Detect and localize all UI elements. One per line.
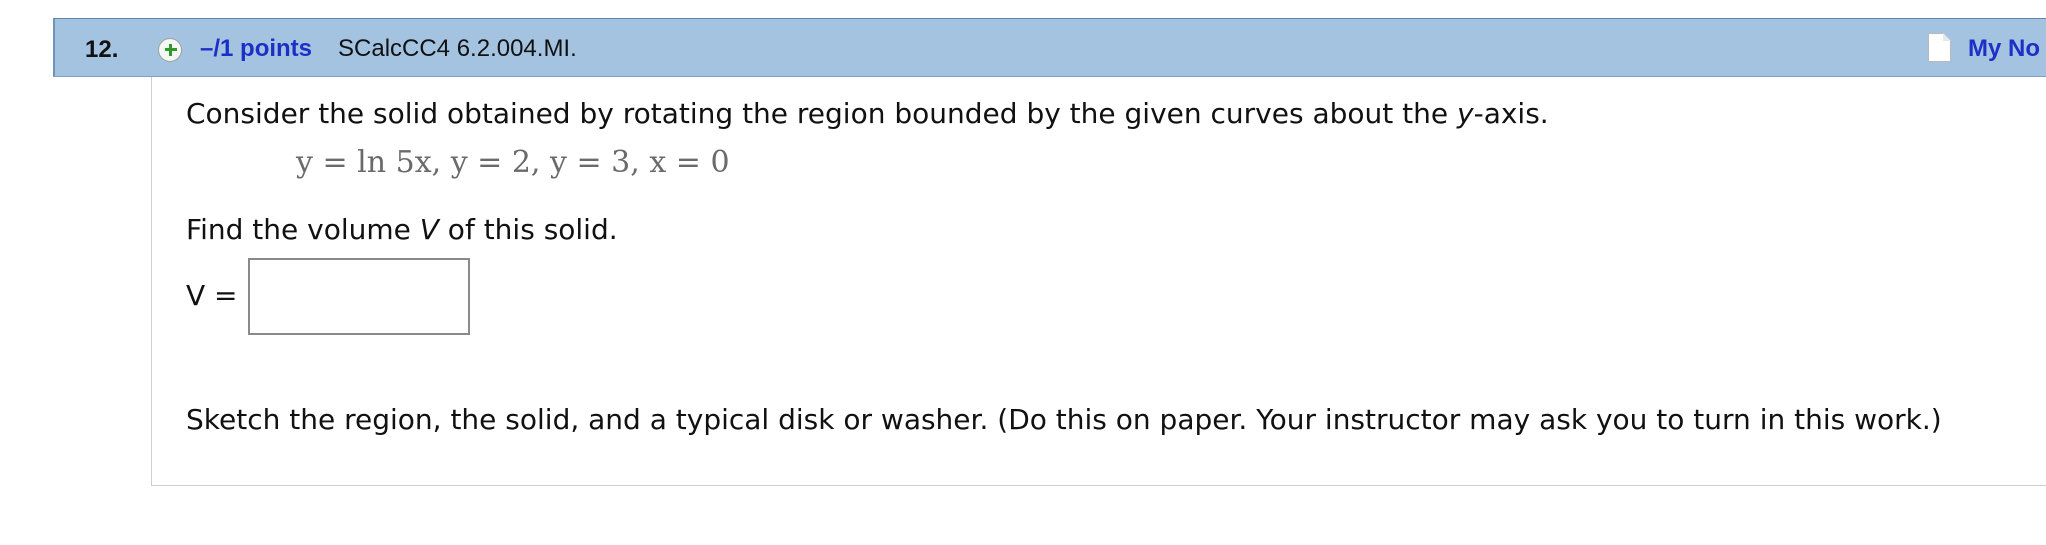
answer-label: V = — [186, 279, 238, 312]
prompt-variable: y — [1457, 97, 1474, 130]
find-text-end: of this solid. — [438, 213, 618, 246]
prompt-text-start: Consider the solid obtained by rotating … — [186, 97, 1458, 130]
sketch-instructions: Sketch the region, the solid, and a typi… — [186, 403, 1942, 436]
volume-variable: V — [419, 213, 439, 246]
my-notes-link[interactable]: My No — [1968, 35, 2040, 63]
plus-circle-icon[interactable] — [158, 38, 182, 62]
question-source: SCalcCC4 6.2.004.MI. — [338, 35, 577, 62]
document-icon[interactable] — [1928, 33, 1951, 62]
volume-answer-input[interactable] — [248, 258, 470, 335]
question-body: Consider the solid obtained by rotating … — [151, 77, 2046, 486]
prompt-text-end: -axis. — [1473, 97, 1549, 130]
curve-equations: y = ln 5x, y = 2, y = 3, x = 0 — [296, 145, 730, 180]
find-text-start: Find the volume — [186, 213, 420, 246]
points-link[interactable]: –/1 points — [200, 35, 312, 63]
question-number: 12. — [85, 36, 119, 63]
question-prompt: Consider the solid obtained by rotating … — [186, 97, 1549, 130]
find-volume-text: Find the volume V of this solid. — [186, 213, 618, 246]
question-header: 12. –/1 points SCalcCC4 6.2.004.MI. My N… — [53, 18, 2046, 77]
